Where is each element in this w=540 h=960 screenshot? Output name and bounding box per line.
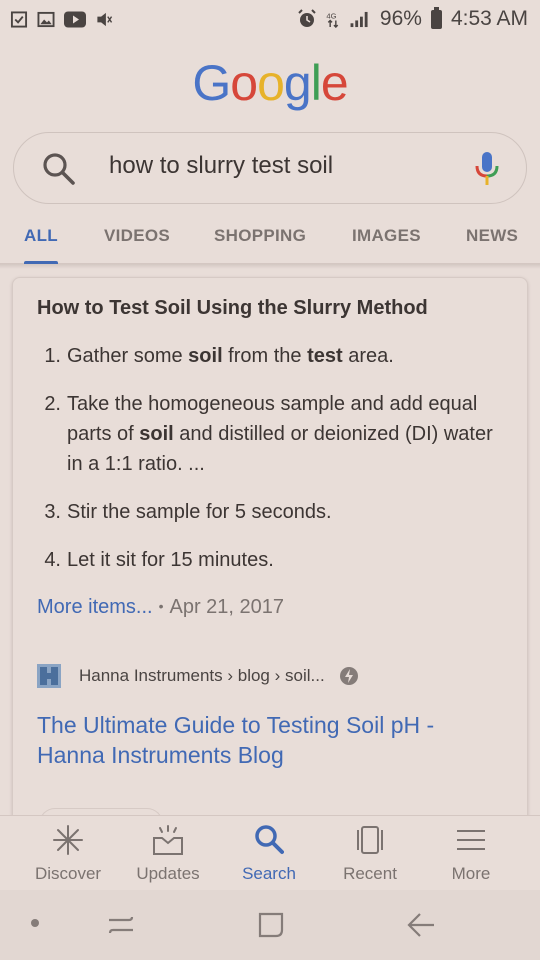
nav-updates[interactable]: Updates (118, 824, 218, 884)
tab-all[interactable]: ALL (24, 226, 58, 264)
source-row[interactable]: Hanna Instruments › blog › soil... (37, 664, 359, 688)
snippet-step: 1. Gather some soil from the test area. (37, 341, 507, 371)
mute-icon (97, 12, 113, 26)
step-fragment: Gather some (67, 345, 189, 367)
more-row: More items... • Apr 21, 2017 (37, 596, 284, 619)
step-fragment: Let it sit for 15 minutes. (67, 549, 274, 571)
hanna-favicon-icon (37, 664, 61, 688)
tab-shopping[interactable]: SHOPPING (214, 226, 306, 264)
snippet-title: How to Test Soil Using the Slurry Method (37, 297, 428, 319)
app-bottom-nav: Discover Updates Search Recent More (0, 815, 540, 890)
source-breadcrumb: Hanna Instruments › blog › soil... (79, 666, 325, 685)
mic-icon[interactable] (474, 151, 500, 187)
snippet-step: 3. Stir the sample for 5 seconds. (37, 497, 507, 527)
svg-text:4G: 4G (326, 11, 336, 20)
nav-label: Recent (343, 864, 397, 883)
battery-percent: 96% (379, 7, 422, 30)
search-icon[interactable] (42, 152, 76, 186)
nav-recent[interactable]: Recent (320, 824, 420, 884)
step-keyword: soil (139, 423, 174, 445)
data-icon: 4G (326, 11, 339, 28)
step-number: 3. (44, 501, 61, 523)
step-keyword: soil (188, 345, 223, 367)
snippet-step: 4. Let it sit for 15 minutes. (37, 545, 507, 575)
logo-letter: o (230, 55, 258, 111)
logo-letter: g (283, 55, 312, 111)
status-right: 4G 96% 4:53 AM (297, 6, 528, 31)
tab-videos[interactable]: VIDEOS (104, 226, 170, 264)
nav-more[interactable]: More (421, 824, 521, 884)
alarm-icon (298, 9, 316, 27)
step-text: Gather some soil from the test area. (67, 341, 507, 371)
updates-icon (153, 825, 183, 855)
back-icon[interactable] (406, 910, 438, 940)
snippet-date: Apr 21, 2017 (169, 596, 285, 618)
more-items-link[interactable]: More items... (37, 596, 153, 618)
nav-discover[interactable]: Discover (18, 824, 118, 884)
result-title-link[interactable]: The Ultimate Guide to Testing Soil pH - … (37, 710, 497, 770)
featured-snippet-card: How to Test Soil Using the Slurry Method… (12, 277, 528, 838)
youtube-icon (64, 11, 86, 27)
logo-letter: G (192, 55, 231, 111)
nav-search[interactable]: Search (219, 824, 319, 884)
step-number: 1. (44, 345, 61, 367)
nav-label: Updates (136, 864, 200, 883)
menu-icon (457, 830, 485, 850)
google-logo: Google (0, 54, 540, 112)
clock: 4:53 AM (450, 7, 528, 30)
dot-icon[interactable] (29, 917, 41, 929)
logo-letter: l (310, 55, 322, 111)
step-fragment: Stir the sample for 5 seconds. (67, 501, 332, 523)
status-left (10, 10, 113, 28)
image-icon (37, 11, 55, 27)
battery-icon (430, 6, 442, 29)
search-input[interactable] (109, 152, 449, 180)
step-number: 4. (44, 549, 61, 571)
search-tabs: ALL VIDEOS SHOPPING IMAGES NEWS (0, 208, 540, 264)
nav-label: Discover (34, 864, 102, 883)
checkbox-icon (10, 10, 28, 28)
search-box[interactable] (13, 132, 527, 204)
signal-icon (350, 11, 368, 27)
nav-label: More (451, 864, 491, 883)
separator: • (158, 598, 164, 614)
step-keyword: test (307, 345, 343, 367)
step-text: Let it sit for 15 minutes. (67, 545, 507, 575)
home-icon[interactable] (256, 910, 286, 940)
logo-letter: o (257, 55, 285, 111)
tab-images[interactable]: IMAGES (352, 226, 421, 264)
step-text: Take the homogeneous sample and add equa… (67, 389, 507, 479)
tab-news[interactable]: NEWS (466, 226, 518, 264)
discover-icon (53, 825, 83, 855)
step-fragment: area. (342, 345, 394, 367)
step-text: Stir the sample for 5 seconds. (67, 497, 507, 527)
step-fragment: from the (222, 345, 308, 367)
recents-icon[interactable] (106, 910, 136, 940)
search-icon (255, 825, 284, 854)
step-number: 2. (44, 393, 61, 415)
logo-letter: e (320, 55, 349, 111)
status-bar: 4G 96% 4:53 AM (0, 0, 540, 38)
tabs-shadow (0, 264, 540, 269)
recent-icon (357, 826, 383, 854)
snippet-step: 2. Take the homogeneous sample and add eq… (37, 389, 507, 479)
snippet-steps: 1. Gather some soil from the test area. 2.… (37, 341, 507, 593)
nav-label: Search (242, 864, 296, 883)
amp-icon (339, 667, 358, 685)
system-nav-bar (0, 890, 540, 960)
